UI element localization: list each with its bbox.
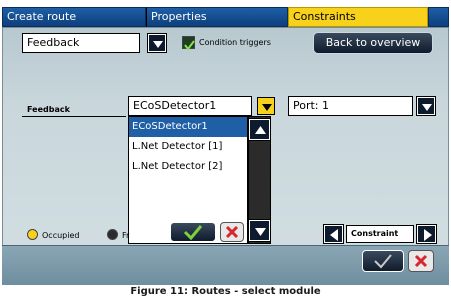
chevron-left-icon — [330, 229, 338, 241]
close-icon — [414, 254, 428, 268]
chevron-down-icon — [255, 228, 266, 236]
chevron-right-icon — [424, 229, 432, 241]
checkmark-icon — [183, 225, 203, 241]
constraint-type-select[interactable]: Feedback — [22, 33, 140, 53]
dropdown-scrollbar[interactable] — [248, 116, 271, 244]
module-select[interactable]: ECoSDetector1 — [128, 96, 252, 116]
feedback-underline — [22, 116, 126, 117]
list-item[interactable]: L.Net Detector [2] — [129, 157, 247, 177]
close-icon — [225, 225, 239, 239]
chevron-down-icon — [262, 104, 272, 111]
tab-constraints[interactable]: Constraints — [288, 7, 428, 27]
tab-properties[interactable]: Properties — [146, 7, 288, 27]
chevron-down-icon — [153, 41, 163, 48]
confirm-button[interactable] — [362, 250, 404, 272]
scroll-down-button[interactable] — [248, 219, 271, 242]
free-label: Fr — [122, 231, 130, 240]
scroll-up-button[interactable] — [248, 118, 271, 141]
condition-triggers-checkbox[interactable] — [182, 36, 195, 51]
constraint-counter: Constraint 1/8 — [346, 225, 414, 254]
chevron-up-icon — [255, 126, 266, 134]
list-confirm-button[interactable] — [170, 222, 216, 242]
list-item[interactable]: ECoSDetector1 — [129, 117, 247, 137]
tab-create-route[interactable]: Create route — [2, 7, 146, 27]
constraint-type-dropdown-button[interactable] — [147, 33, 167, 53]
module-dropdown-button[interactable] — [257, 97, 275, 115]
condition-triggers-label: Condition triggers — [199, 38, 271, 47]
port-select[interactable]: Port: 1 — [288, 96, 413, 116]
chevron-down-icon — [422, 104, 432, 111]
cancel-button[interactable] — [408, 250, 434, 272]
checkmark-icon — [184, 40, 195, 51]
free-radio[interactable] — [107, 229, 118, 240]
checkmark-icon — [374, 254, 392, 269]
feedback-label: Feedback — [27, 105, 70, 114]
occupied-radio[interactable] — [27, 229, 38, 240]
occupied-label: Occupied — [42, 231, 80, 240]
tab-bar: Create route Properties Constraints — [0, 0, 451, 27]
list-cancel-button[interactable] — [220, 222, 244, 242]
list-item[interactable]: L.Net Detector [1] — [129, 137, 247, 157]
previous-constraint-button[interactable] — [323, 224, 344, 244]
next-constraint-button[interactable] — [416, 224, 437, 244]
back-to-overview-button[interactable]: Back to overview — [313, 32, 433, 54]
figure-caption: Figure 11: Routes - select module — [130, 286, 321, 297]
port-dropdown-button[interactable] — [416, 96, 436, 116]
tab-spacer — [428, 7, 449, 27]
